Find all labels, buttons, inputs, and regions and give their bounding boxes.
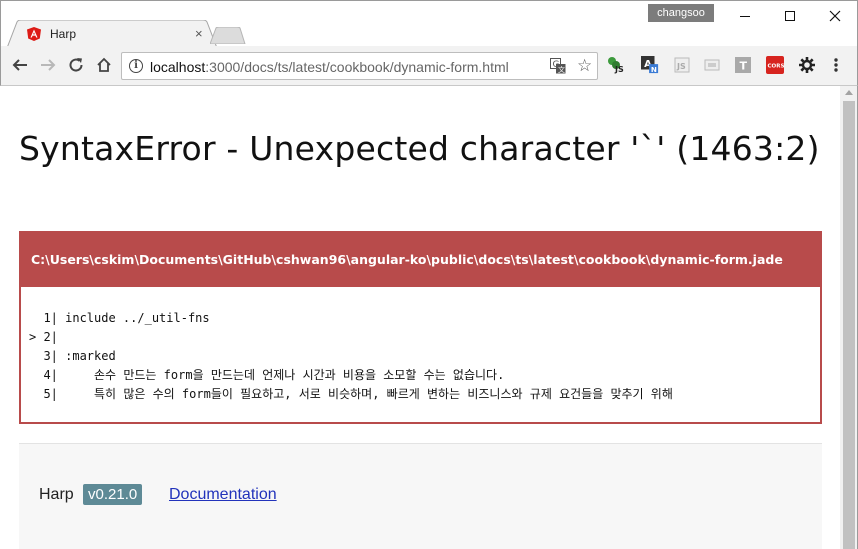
svg-text:JS: JS [676,62,686,71]
new-tab-button[interactable] [209,26,246,45]
screen-ext-icon[interactable] [703,56,721,74]
back-arrow-icon[interactable] [10,55,30,75]
toolbar: i localhost:3000/docs/ts/latest/cookbook… [0,46,858,86]
bookmark-star-icon[interactable]: ☆ [577,56,592,76]
svg-text:N: N [651,65,657,74]
browser-chrome: changsoo Harp × i localhost:3000/docs/ts… [0,0,858,86]
error-file-path: C:\Users\cskim\Documents\GitHub\cshwan96… [21,233,820,287]
puzzle-ext-icon[interactable] [798,56,816,74]
version-badge: v0.21.0 [83,484,143,505]
text-ext-icon[interactable]: T [734,56,752,74]
title-bar: changsoo Harp × [0,0,858,48]
tab-title: Harp [50,27,77,41]
footer: Harp v0.21.0 Documentation [19,443,822,549]
close-icon[interactable] [812,1,858,31]
scroll-thumb[interactable] [843,101,855,549]
svg-text:CORS: CORS [768,64,785,70]
svg-text:JS: JS [614,65,624,74]
code-line: 5| 특히 많은 수의 form들이 필요하고, 서로 비슷하며, 빠르게 변하… [29,387,673,401]
vertical-scrollbar[interactable] [840,86,858,549]
footer-brand: Harp [39,486,74,503]
cors-ext-icon[interactable]: CORS [766,56,784,74]
address-bar[interactable]: i localhost:3000/docs/ts/latest/cookbook… [121,52,598,80]
svg-text:文: 文 [558,65,565,74]
forward-arrow-icon[interactable] [38,55,58,75]
error-box: C:\Users\cskim\Documents\GitHub\cshwan96… [19,231,822,424]
tab-close-icon[interactable]: × [195,26,203,41]
translate-ext-icon[interactable]: AN [641,56,659,74]
home-icon[interactable] [94,55,114,75]
scroll-up-arrow-icon[interactable] [845,90,853,95]
info-icon[interactable]: i [129,59,143,73]
documentation-link[interactable]: Documentation [169,486,277,504]
angular-icon [27,27,41,41]
error-code-lines: 1| include ../_util-fns > 2| 3| :marked … [29,309,673,404]
svg-text:T: T [740,60,748,73]
minimize-icon[interactable] [722,1,768,31]
js-ext-2-icon[interactable]: JS [673,56,691,74]
code-line: 3| :marked [29,349,116,363]
code-line: 1| include ../_util-fns [29,311,210,325]
profile-button[interactable]: changsoo [648,4,714,22]
code-line: > 2| [29,330,58,344]
url-path: :3000/docs/ts/latest/cookbook/dynamic-fo… [205,59,509,75]
reload-icon[interactable] [66,55,86,75]
page-content: SyntaxError - Unexpected character '`' (… [0,86,840,549]
maximize-icon[interactable] [767,1,813,31]
code-line: 4| 손수 만드는 form을 만드는데 언제나 시간과 비용을 소모할 수는 … [29,368,505,382]
menu-icon[interactable] [827,56,845,74]
error-title: SyntaxError - Unexpected character '`' (… [19,129,820,168]
url-text[interactable]: localhost:3000/docs/ts/latest/cookbook/d… [150,59,509,75]
js-extension-icon[interactable]: JS [607,56,625,74]
url-host: localhost [150,59,206,75]
browser-tab[interactable]: Harp × [7,20,219,48]
translate-icon[interactable]: G文 [550,58,566,74]
